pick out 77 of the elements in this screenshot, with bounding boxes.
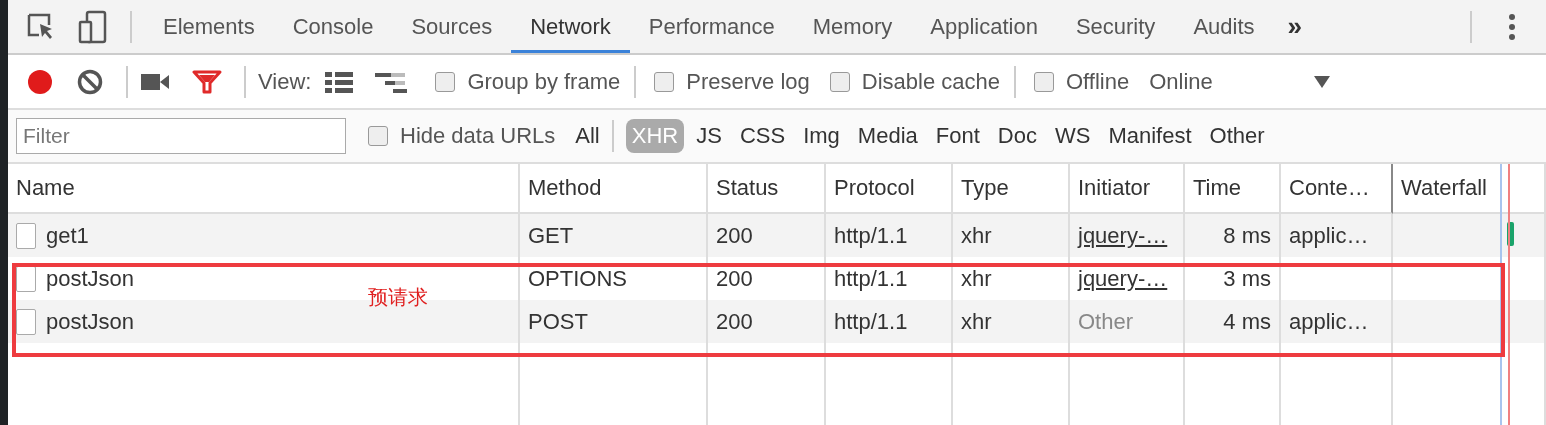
- checkbox[interactable]: [654, 71, 675, 92]
- table-cell: http/1.1: [834, 308, 908, 335]
- column-header[interactable]: Status: [708, 164, 826, 214]
- column-header[interactable]: Waterfall: [1393, 164, 1546, 214]
- panel-tab[interactable]: Application: [911, 0, 1057, 53]
- table-cell: xhr: [961, 308, 992, 335]
- column-header[interactable]: Method: [520, 164, 708, 214]
- clear-icon[interactable]: [76, 67, 104, 96]
- type-filter[interactable]: JS: [690, 119, 728, 153]
- table-cell: Other: [1078, 308, 1134, 335]
- table-cell: 200: [716, 222, 753, 249]
- type-filter[interactable]: Other: [1203, 119, 1271, 153]
- caret-icon[interactable]: [1312, 74, 1331, 89]
- checkbox-label: Disable cache: [861, 68, 1000, 95]
- list-view-icon[interactable]: [325, 70, 354, 93]
- column-header[interactable]: Protocol: [826, 164, 953, 214]
- type-filter[interactable]: CSS: [733, 119, 792, 153]
- file-icon: [16, 265, 36, 292]
- file-icon: [16, 308, 36, 335]
- panel-tab[interactable]: Elements: [144, 0, 274, 53]
- checkbox[interactable]: [368, 126, 388, 146]
- column-header[interactable]: Time: [1185, 164, 1281, 214]
- panel-tab[interactable]: Performance: [629, 0, 794, 53]
- table-cell: xhr: [961, 265, 992, 292]
- checkbox-label: Group by frame: [467, 68, 621, 95]
- type-filter[interactable]: Doc: [991, 119, 1043, 153]
- table-cell: 200: [716, 265, 753, 292]
- table-cell: http/1.1: [834, 222, 908, 249]
- type-filter[interactable]: All: [569, 119, 606, 153]
- annotation-label: 预请求: [368, 284, 428, 311]
- type-filter[interactable]: Font: [929, 119, 986, 153]
- type-filter[interactable]: Img: [797, 119, 846, 153]
- table-cell: applic…: [1289, 308, 1369, 335]
- panel-tab[interactable]: Console: [273, 0, 393, 53]
- request-name[interactable]: postJson: [46, 265, 135, 292]
- request-name[interactable]: get1: [46, 222, 89, 249]
- table-cell: GET: [528, 222, 574, 249]
- table-cell: 4 ms: [1223, 308, 1271, 335]
- table-cell: applic…: [1289, 222, 1369, 249]
- column-header[interactable]: Type: [953, 164, 1070, 214]
- table-cell: 3 ms: [1223, 265, 1271, 292]
- type-filter[interactable]: Manifest: [1102, 119, 1198, 153]
- checkbox[interactable]: [435, 71, 456, 92]
- panel-tab[interactable]: Audits: [1174, 0, 1274, 53]
- checkbox-label: Preserve log: [686, 68, 810, 95]
- camera-icon[interactable]: [140, 71, 170, 92]
- table-cell: POST: [528, 308, 588, 335]
- throttling-dropdown[interactable]: Online: [1149, 68, 1213, 95]
- checkbox[interactable]: [829, 71, 850, 92]
- menu-icon[interactable]: [1508, 12, 1516, 41]
- table-cell: http/1.1: [834, 265, 908, 292]
- waterfall-view-icon[interactable]: [375, 70, 408, 93]
- table-cell: OPTIONS: [528, 265, 627, 292]
- checkbox[interactable]: [1033, 71, 1054, 92]
- device-icon[interactable]: [78, 9, 108, 44]
- table-cell: xhr: [961, 222, 992, 249]
- checkbox-label: Hide data URLs: [400, 123, 556, 149]
- checkbox-label: Offline: [1065, 68, 1130, 95]
- column-header[interactable]: Conte…: [1281, 164, 1393, 214]
- type-filter[interactable]: Media: [851, 119, 924, 153]
- table-cell: 200: [716, 308, 753, 335]
- request-name[interactable]: postJson: [46, 308, 135, 335]
- type-filter[interactable]: WS: [1048, 119, 1097, 153]
- panel-tab[interactable]: Sources: [392, 0, 512, 53]
- column-header[interactable]: Initiator: [1070, 164, 1185, 214]
- panel-tab[interactable]: Security: [1056, 0, 1175, 53]
- record-button[interactable]: [26, 67, 54, 96]
- filter-field[interactable]: Filter: [16, 118, 346, 154]
- table-cell: 8 ms: [1223, 222, 1271, 249]
- panel-tab[interactable]: Memory: [793, 0, 912, 53]
- file-icon: [16, 222, 36, 249]
- column-header[interactable]: Name: [8, 164, 520, 214]
- filter-icon[interactable]: [192, 68, 222, 95]
- view-label: View:: [258, 68, 312, 95]
- panel-tab[interactable]: Network: [511, 0, 630, 53]
- initiator-link[interactable]: jquery-…: [1078, 265, 1168, 292]
- more-tabs-button[interactable]: »: [1273, 11, 1316, 42]
